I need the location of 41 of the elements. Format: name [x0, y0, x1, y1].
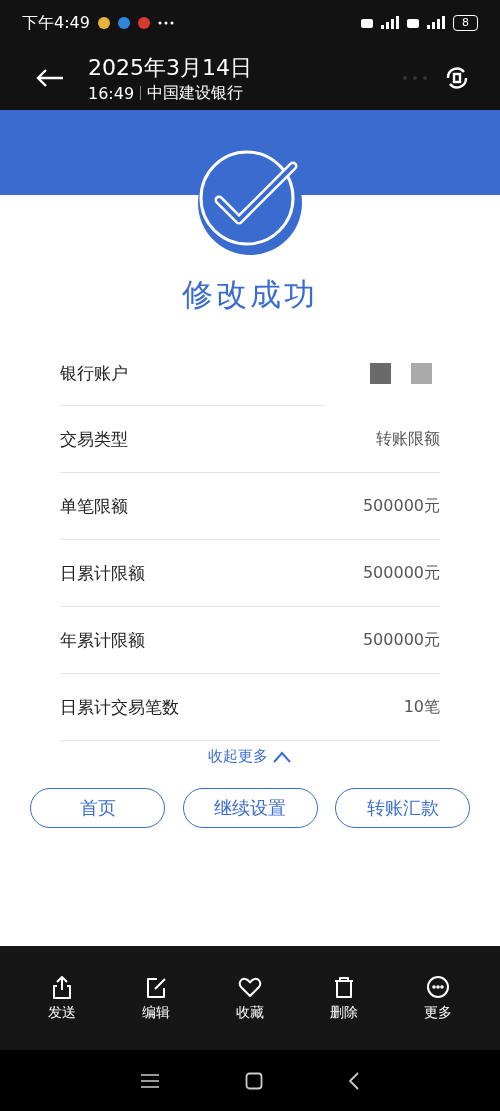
- source-app-name: 中国建设银行: [147, 82, 244, 104]
- field-value: 500000元: [362, 562, 440, 584]
- more-notifications-icon: [157, 21, 174, 25]
- signal-icon: [361, 15, 401, 31]
- more-icon: [425, 974, 451, 1000]
- action-button[interactable]: 继续设置: [182, 788, 318, 828]
- field-value: 转账限额: [376, 428, 440, 450]
- toolbar-button[interactable]: 收藏: [220, 973, 280, 1023]
- menu-icon[interactable]: [140, 1072, 160, 1089]
- field-label: 年累计限额: [60, 628, 145, 652]
- action-button[interactable]: 首页: [30, 788, 165, 828]
- toolbar-button[interactable]: 更多: [408, 973, 468, 1023]
- status-time: 下午4:49: [22, 12, 90, 34]
- field-value: 10笔: [403, 696, 440, 718]
- result-title: 修改成功: [181, 275, 319, 314]
- action-button[interactable]: 转账汇款: [335, 788, 470, 828]
- success-check-icon: [197, 150, 303, 256]
- field-label: 交易类型: [60, 427, 128, 451]
- field-label: 日累计交易笔数: [60, 695, 179, 719]
- rotate-icon[interactable]: [444, 65, 470, 91]
- notification-icon: [97, 17, 110, 29]
- toolbar-button[interactable]: 发送: [32, 973, 92, 1023]
- toolbar-button[interactable]: 编辑: [126, 973, 186, 1023]
- field-label: 银行账户: [60, 361, 128, 385]
- redaction-block: [370, 362, 391, 384]
- chevron-up-icon[interactable]: [272, 750, 292, 763]
- screenshot-time: 16:49: [88, 83, 135, 103]
- notification-icon: [137, 17, 150, 29]
- field-value: 500000元: [362, 629, 440, 651]
- notification-icon: [117, 17, 130, 29]
- home-icon[interactable]: [245, 1071, 263, 1090]
- redaction-block: [411, 362, 432, 384]
- field-label: 日累计限额: [60, 561, 145, 585]
- field-label: 单笔限额: [60, 494, 128, 518]
- signal-icon: [407, 15, 447, 31]
- collapse-link[interactable]: 收起更多: [208, 747, 268, 766]
- battery-level: 8: [453, 15, 478, 31]
- screenshot-date: 2025年3月14日: [88, 53, 252, 82]
- toolbar-button[interactable]: 删除: [314, 973, 374, 1023]
- back-icon[interactable]: [348, 1071, 360, 1090]
- field-value: 500000元: [362, 495, 440, 517]
